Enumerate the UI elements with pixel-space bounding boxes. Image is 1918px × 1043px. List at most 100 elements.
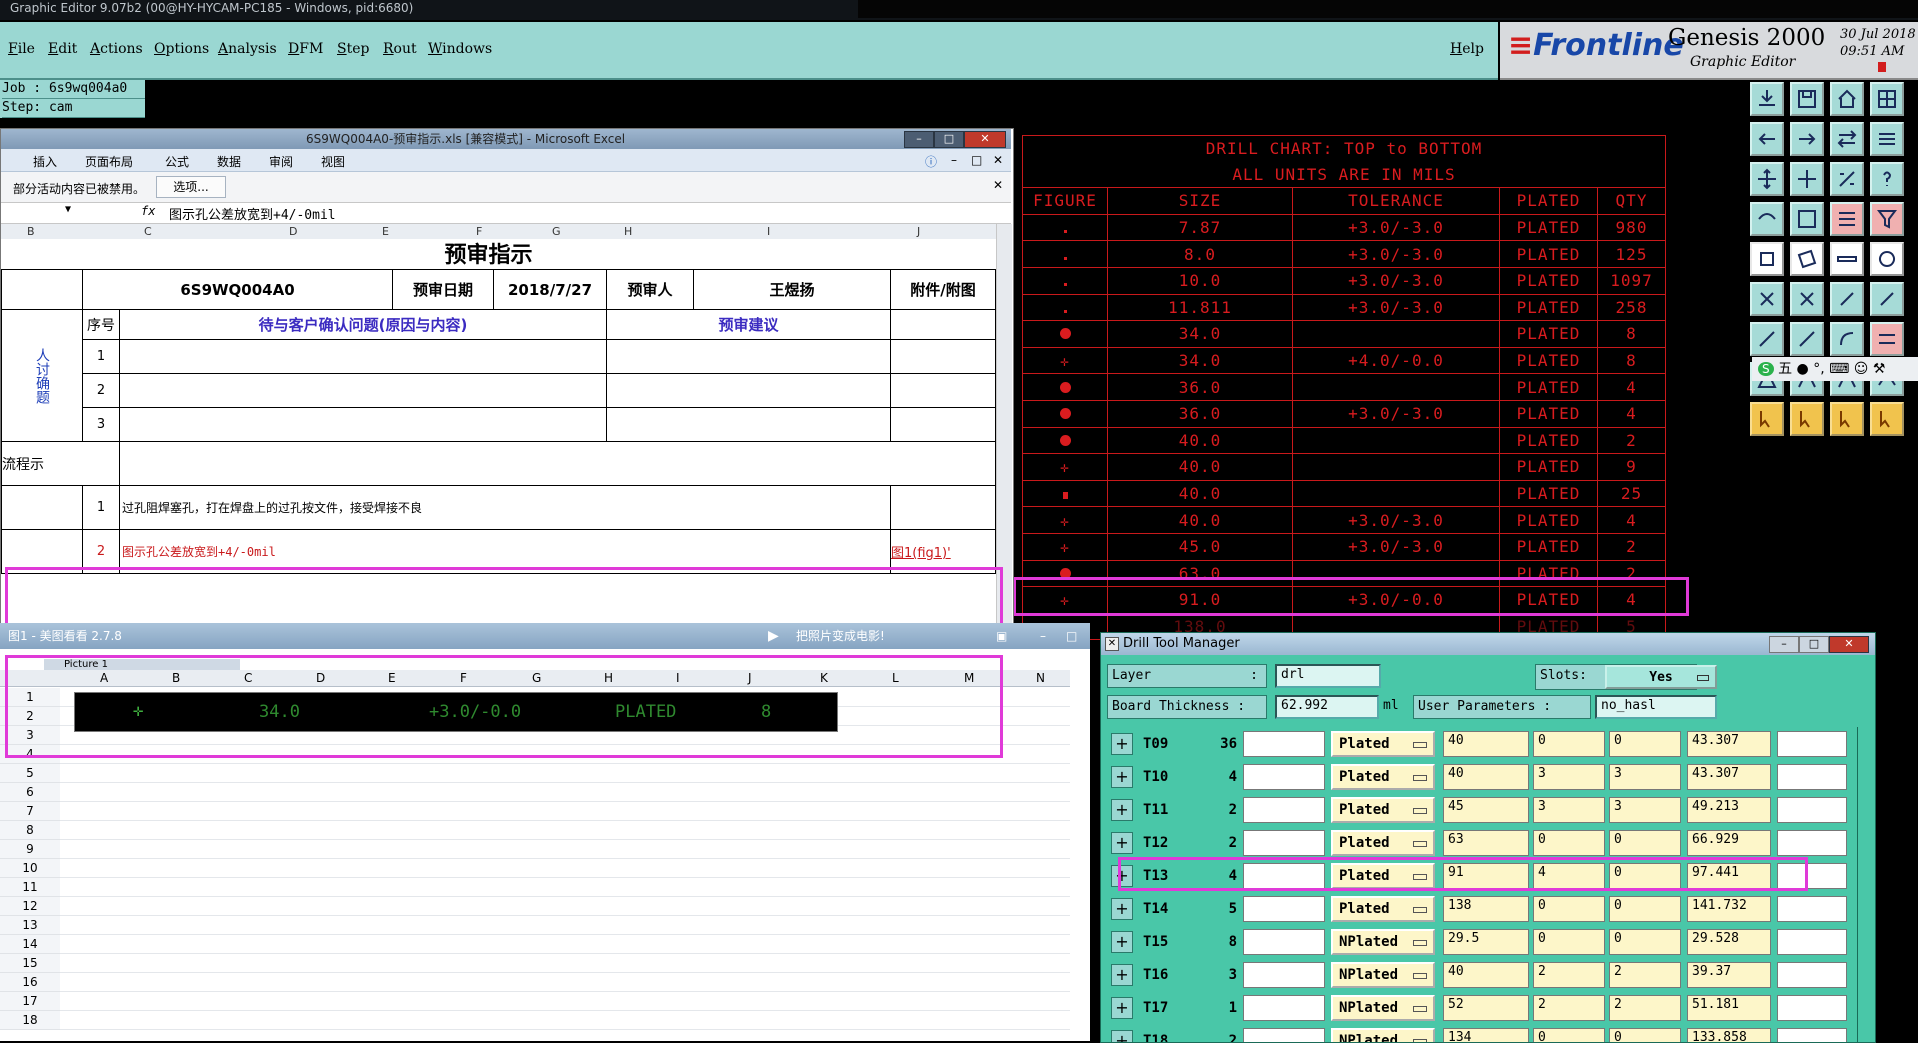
type-dropdown[interactable]: Plated [1331, 896, 1435, 922]
lines2-icon[interactable] [1870, 322, 1904, 356]
dtm-minimize-button[interactable]: – [1769, 636, 1799, 653]
tool-finish-input[interactable] [1243, 1028, 1325, 1042]
column-header[interactable]: E [382, 225, 389, 238]
attachment-cell[interactable] [890, 339, 996, 374]
ime-wrench-icon[interactable]: ⚒ [1873, 361, 1886, 377]
thickness-input[interactable]: 62.992 [1275, 695, 1379, 719]
tab-formulas[interactable]: 公式 [165, 153, 189, 170]
menu-help[interactable]: Help [1450, 41, 1484, 57]
ruler-icon[interactable] [1830, 242, 1864, 276]
drill-size-input[interactable]: 138 [1443, 896, 1529, 922]
tol-minus-input[interactable]: 2 [1609, 995, 1681, 1021]
flow-row-text[interactable]: 过孔阻焊塞孔，打在焊盘上的过孔按文件，接受焊接不良 [119, 485, 891, 530]
expand-icon[interactable]: + [1111, 898, 1133, 920]
dtm-close-button[interactable]: ✕ [1829, 636, 1869, 653]
tool-finish-input[interactable] [1243, 764, 1325, 790]
drill-size-input[interactable]: 40 [1443, 962, 1529, 988]
menu-step[interactable]: Step [337, 41, 369, 57]
net-icon[interactable] [1790, 202, 1824, 236]
type-dropdown[interactable]: Plated [1331, 731, 1435, 757]
finished-size-input[interactable]: 43.307 [1687, 731, 1771, 757]
reviewer-name[interactable]: 王煜扬 [693, 269, 891, 310]
column-header[interactable]: H [624, 225, 632, 238]
pen-icon[interactable] [1790, 322, 1824, 356]
finished-size-input[interactable]: 141.732 [1687, 896, 1771, 922]
tol-plus-input[interactable]: 2 [1533, 995, 1605, 1021]
tol-plus-input[interactable]: 0 [1533, 929, 1605, 955]
menu-options[interactable]: Options [154, 41, 209, 57]
expand-icon[interactable]: + [1111, 766, 1133, 788]
expand-icon[interactable]: + [1111, 964, 1133, 986]
drill-size-input[interactable]: 45 [1443, 797, 1529, 823]
expand-icon[interactable]: + [1111, 931, 1133, 953]
ribbon-restore-icon[interactable]: □ [971, 153, 982, 167]
type-dropdown[interactable]: Plated [1331, 764, 1435, 790]
tol-plus-input[interactable]: 0 [1533, 1028, 1605, 1042]
tol-plus-input[interactable]: 3 [1533, 764, 1605, 790]
finished-size-input[interactable]: 51.181 [1687, 995, 1771, 1021]
issue-cell[interactable] [119, 407, 607, 442]
viewer-maximize-icon[interactable]: □ [1066, 623, 1077, 649]
save-icon[interactable] [1790, 82, 1824, 116]
note-input[interactable] [1777, 764, 1847, 790]
tool-finish-input[interactable] [1243, 731, 1325, 757]
tol-plus-input[interactable]: 0 [1533, 896, 1605, 922]
tab-data[interactable]: 数据 [217, 153, 241, 170]
help-icon[interactable] [1870, 162, 1904, 196]
link-icon[interactable] [1870, 282, 1904, 316]
pointer4-icon[interactable] [1870, 402, 1904, 436]
note-input[interactable] [1777, 962, 1847, 988]
fx-icon[interactable]: fx [141, 204, 155, 218]
issue-cell[interactable] [119, 373, 607, 408]
tol-plus-input[interactable]: 3 [1533, 797, 1605, 823]
suggestion-cell[interactable] [606, 339, 891, 374]
name-box-dropdown-icon[interactable]: ▼ [65, 204, 71, 215]
move-icon[interactable] [1750, 162, 1784, 196]
tool-finish-input[interactable] [1243, 962, 1325, 988]
pointer2-icon[interactable] [1790, 402, 1824, 436]
open-icon[interactable] [1750, 82, 1784, 116]
cross-icon[interactable] [1790, 282, 1824, 316]
speaker-icon[interactable]: ▶ [768, 623, 779, 649]
tool-finish-input[interactable] [1243, 896, 1325, 922]
flow-row-attachment[interactable] [890, 485, 996, 530]
options-button[interactable]: 选项... [156, 176, 226, 198]
column-header[interactable]: I [767, 225, 770, 238]
column-header[interactable]: B [27, 225, 35, 238]
column-header[interactable]: F [476, 225, 482, 238]
swap-icon[interactable] [1830, 122, 1864, 156]
drill-size-input[interactable]: 63 [1443, 830, 1529, 856]
menu-rout[interactable]: Rout [383, 41, 417, 57]
finished-size-input[interactable]: 39.37 [1687, 962, 1771, 988]
home-icon[interactable] [1830, 82, 1864, 116]
rect-icon[interactable] [1790, 242, 1824, 276]
finished-size-input[interactable]: 66.929 [1687, 830, 1771, 856]
type-dropdown[interactable]: Plated [1331, 797, 1435, 823]
column-header[interactable]: J [917, 225, 920, 238]
dtm-maximize-button[interactable]: □ [1799, 636, 1829, 653]
menu-file[interactable]: File [8, 41, 35, 57]
point-icon[interactable] [1830, 282, 1864, 316]
grid-icon[interactable] [1870, 82, 1904, 116]
note-input[interactable] [1777, 995, 1847, 1021]
tab-page-layout[interactable]: 页面布局 [85, 153, 133, 170]
attachment-cell[interactable] [890, 407, 996, 442]
node-icon[interactable] [1750, 282, 1784, 316]
pointer3-icon[interactable] [1830, 402, 1864, 436]
tool-finish-input[interactable] [1243, 797, 1325, 823]
tol-minus-input[interactable]: 3 [1609, 797, 1681, 823]
circle-tool-icon[interactable] [1870, 242, 1904, 276]
tol-plus-input[interactable]: 0 [1533, 731, 1605, 757]
vertical-scrollbar[interactable] [996, 224, 1012, 624]
tol-plus-input[interactable]: 2 [1533, 962, 1605, 988]
layer-input[interactable]: drl [1275, 664, 1381, 688]
suggestion-cell[interactable] [606, 373, 891, 408]
arc-icon[interactable] [1830, 322, 1864, 356]
ime-punct-icon[interactable]: °, [1813, 361, 1824, 377]
expand-icon[interactable]: + [1111, 733, 1133, 755]
menu-edit[interactable]: Edit [48, 41, 77, 57]
note-input[interactable] [1777, 830, 1847, 856]
tol-minus-input[interactable]: 2 [1609, 962, 1681, 988]
type-dropdown[interactable]: NPlated [1331, 995, 1435, 1021]
help-icon[interactable]: ⓘ [925, 153, 937, 170]
